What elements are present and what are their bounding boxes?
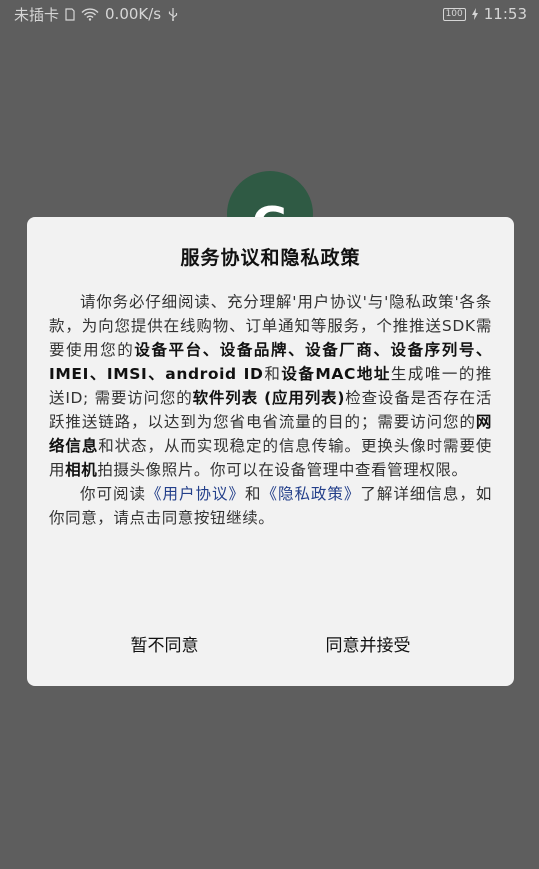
dialog-buttons: 暂不同意 同意并接受 [27, 627, 514, 660]
body-bold-camera: 相机 [65, 461, 98, 479]
dialog-body-paragraph-1: 请你务必仔细阅读、充分理解'用户协议'与'隐私政策'各条款，为向您提供在线购物、… [49, 290, 492, 482]
decline-button[interactable]: 暂不同意 [121, 627, 209, 660]
clock: 11:53 [483, 5, 527, 23]
user-agreement-link[interactable]: 《用户协议》 [146, 485, 245, 503]
dialog-title: 服务协议和隐私政策 [180, 247, 361, 269]
body-text: 拍摄头像照片。你可以在设备管理中查看管理权限。 [97, 461, 468, 479]
body-text: 你可阅读 [80, 485, 146, 503]
carrier-label: 未插卡 [14, 5, 60, 24]
accept-button[interactable]: 同意并接受 [316, 627, 421, 660]
status-bar: 未插卡 0.00K/s 100 11:53 [0, 0, 539, 28]
status-right: 100 11:53 [442, 5, 527, 23]
privacy-dialog: 服务协议和隐私政策 请你务必仔细阅读、充分理解'用户协议'与'隐私政策'各条款，… [27, 217, 514, 686]
dialog-body-paragraph-2: 你可阅读《用户协议》和《隐私政策》了解详细信息，如你同意，请点击同意按钮继续。 [49, 482, 492, 530]
body-text: 和 [244, 485, 262, 503]
body-text: 和 [263, 365, 282, 383]
wifi-icon [81, 7, 99, 21]
body-bold-mac: 设备MAC地址 [281, 365, 391, 383]
battery-icon: 100 [442, 7, 466, 21]
body-bold-app-list: 软件列表 (应用列表) [192, 389, 346, 407]
privacy-policy-link[interactable]: 《隐私政策》 [261, 485, 360, 503]
sim-card-icon [65, 7, 75, 21]
charging-icon [471, 8, 478, 20]
usb-icon [167, 7, 179, 21]
network-speed: 0.00K/s [105, 5, 162, 23]
status-left: 未插卡 0.00K/s [14, 4, 179, 25]
